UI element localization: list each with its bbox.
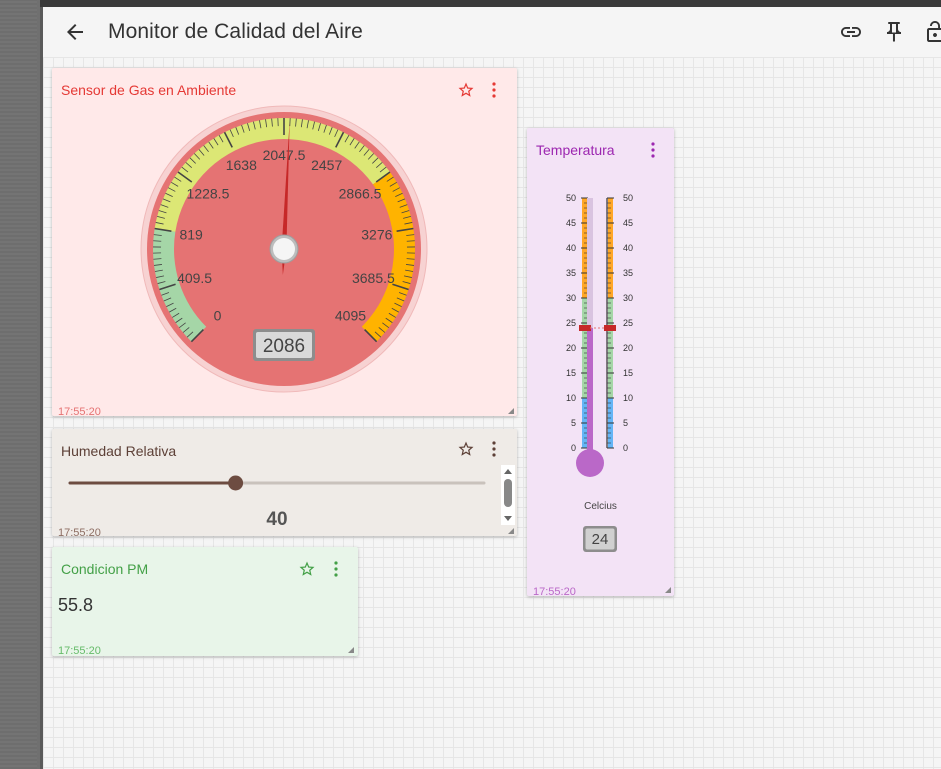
dashboard: Monitor de Calidad del Aire Sensor de Ga… [43, 7, 941, 769]
pm-card: Condicion PM 55.8 17:55:20 [52, 547, 358, 657]
card-title: Sensor de Gas en Ambiente [61, 82, 237, 98]
gauge-tick-label: 1228.5 [187, 186, 230, 202]
card-title: Condicion PM [61, 561, 149, 577]
card-title: Temperatura [536, 142, 615, 158]
gauge-readout: 2086 [263, 336, 305, 357]
gauge-tick-label: 0 [214, 307, 222, 323]
page-title: Monitor de Calidad del Aire [108, 20, 363, 43]
scale-label-right: 0 [623, 443, 628, 453]
resize-handle-icon[interactable] [508, 408, 514, 414]
scale-label-left: 15 [566, 368, 576, 378]
scale-label-right: 15 [623, 368, 633, 378]
scale-label-left: 50 [566, 193, 576, 203]
resize-handle-icon[interactable] [508, 528, 514, 534]
more-vert-icon[interactable] [333, 561, 339, 577]
scale-label-right: 20 [623, 343, 633, 353]
humidity-value: 40 [266, 509, 288, 530]
scroll-up-icon[interactable] [504, 469, 512, 474]
resize-handle-icon[interactable] [348, 647, 354, 653]
gauge-tick-label: 2047.5 [263, 147, 306, 163]
gauge-tick-label: 3276 [361, 226, 392, 242]
scale-label-right: 40 [623, 243, 633, 253]
scale-label-left: 0 [571, 443, 576, 453]
scrollbar[interactable] [501, 465, 515, 525]
humidity-slider[interactable] [68, 473, 488, 493]
gauge-tick-label: 409.5 [177, 270, 212, 286]
scale-label-left: 25 [566, 318, 576, 328]
timestamp: 17:55:20 [58, 645, 101, 657]
star-icon[interactable] [457, 440, 475, 458]
gas-sensor-card: Sensor de Gas en Ambiente 0 409.5 819 1228.… [52, 68, 517, 418]
timestamp: 17:55:20 [58, 406, 101, 418]
value-marker-left [579, 325, 591, 331]
gauge-minor-tick [153, 240, 162, 242]
scale-label-right: 50 [623, 193, 633, 203]
star-icon[interactable] [457, 81, 475, 99]
toolbar: Monitor de Calidad del Aire [43, 7, 941, 57]
card-title: Humedad Relativa [61, 443, 177, 459]
left-gutter [0, 0, 40, 769]
scale-label-right: 30 [623, 293, 633, 303]
thermometer-mercury [587, 328, 593, 458]
gauge-tick-label: 2866.5 [339, 186, 382, 202]
gauge-tick-label: 4095 [335, 307, 366, 323]
humidity-card: Humedad Relativa 40 17:55:20 [52, 429, 517, 539]
lock-open-icon[interactable] [923, 20, 941, 44]
more-vert-icon[interactable] [491, 441, 497, 457]
temperature-card: Temperatura 0 0 5 5 10 10 15 15 20 20 25 25 30 30 35 35… [527, 128, 674, 598]
top-bar-edge [40, 0, 941, 7]
scale-label-right: 35 [623, 268, 633, 278]
scale-label-right: 25 [623, 318, 633, 328]
link-icon[interactable] [839, 20, 863, 44]
scale-label-right: 5 [623, 418, 628, 428]
scale-label-left: 5 [571, 418, 576, 428]
timestamp: 17:55:20 [58, 527, 101, 539]
back-arrow-icon[interactable] [63, 20, 87, 44]
more-vert-icon[interactable] [650, 142, 656, 158]
scale-label-left: 40 [566, 243, 576, 253]
scale-label-right: 45 [623, 218, 633, 228]
slider-thumb[interactable] [228, 475, 244, 491]
scale-label-right: 10 [623, 393, 633, 403]
value-marker-right [604, 325, 616, 331]
scale-label-left: 30 [566, 293, 576, 303]
temperature-readout: 24 [583, 526, 617, 552]
gauge-minor-tick [406, 240, 415, 242]
gauge-tick-label: 1638 [226, 157, 257, 173]
scale-label-left: 35 [566, 268, 576, 278]
scale-label-left: 20 [566, 343, 576, 353]
gauge-tick-label: 3685.5 [352, 270, 395, 286]
timestamp: 17:55:20 [533, 586, 576, 598]
temperature-unit: Celcius [584, 501, 617, 512]
star-icon[interactable] [298, 560, 316, 578]
pin-icon[interactable] [882, 20, 906, 44]
gauge-hub-cap [273, 238, 295, 260]
scale-label-left: 10 [566, 393, 576, 403]
resize-handle-icon[interactable] [665, 587, 671, 593]
gauge-tick-label: 819 [179, 226, 203, 242]
scrollbar-thumb[interactable] [504, 479, 512, 507]
scroll-down-icon[interactable] [504, 516, 512, 521]
more-vert-icon[interactable] [491, 82, 497, 98]
thermometer-bulb [576, 449, 604, 477]
scale-label-left: 45 [566, 218, 576, 228]
gauge-tick-label: 2457 [311, 157, 342, 173]
thermometer: 0 0 5 5 10 10 15 15 20 20 25 25 30 30 35 35 40 40 45 45 50 50 [566, 193, 633, 477]
pm-value: 55.8 [58, 595, 94, 615]
temperature-value: 24 [592, 531, 609, 548]
gas-gauge: 0 409.5 819 1228.5 1638 2047.5 2457 2866.5 3276 3… [140, 105, 428, 393]
